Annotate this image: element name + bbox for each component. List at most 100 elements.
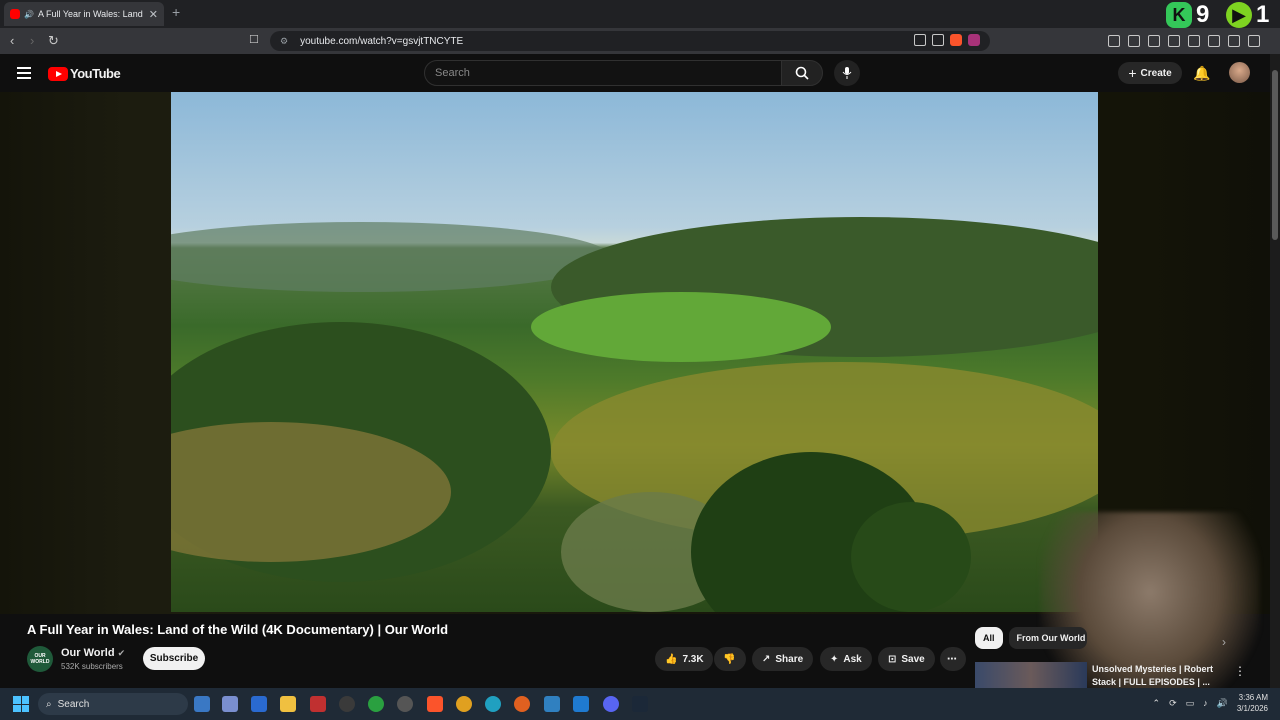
- network-icon[interactable]: ▭: [1186, 698, 1195, 709]
- k-icon: K: [1166, 2, 1192, 28]
- share-page-icon[interactable]: [932, 34, 944, 46]
- plus-icon: +: [1128, 65, 1137, 81]
- ask-button[interactable]: ✦ Ask: [820, 647, 872, 671]
- taskbar-search-label: Search: [57, 698, 90, 710]
- volume-icon[interactable]: 🔊: [1217, 698, 1228, 709]
- bookmark-icon[interactable]: ☐: [249, 33, 259, 46]
- app-icon-blue[interactable]: [544, 696, 560, 712]
- recommendation-title[interactable]: Unsolved Mysteries | Robert Stack | FULL…: [1092, 663, 1222, 689]
- chip-from-our-world[interactable]: From Our World: [1008, 627, 1087, 649]
- discord-icon[interactable]: [603, 696, 619, 712]
- menu-icon[interactable]: [1248, 35, 1260, 47]
- reload-icon[interactable]: ↻: [48, 33, 59, 49]
- scrollbar-thumb[interactable]: [1272, 70, 1278, 240]
- more-vert-icon[interactable]: ⋮: [1234, 664, 1246, 678]
- sidebar-icon[interactable]: [1168, 35, 1180, 47]
- vscode-icon[interactable]: [573, 696, 589, 712]
- site-info-icon[interactable]: ⚙: [280, 36, 288, 47]
- firefox-icon[interactable]: [514, 696, 530, 712]
- chevron-up-icon[interactable]: ⌃: [1153, 698, 1161, 709]
- dislike-button[interactable]: 👎: [714, 647, 746, 671]
- edge-icon[interactable]: [485, 696, 501, 712]
- cast-icon[interactable]: [914, 34, 926, 46]
- notifications-icon[interactable]: 🔔: [1193, 65, 1210, 82]
- app-icon-red[interactable]: [310, 696, 326, 712]
- more-actions-button[interactable]: ⋯: [940, 647, 966, 671]
- share-button[interactable]: ↗ Share: [752, 647, 814, 671]
- recommendation-thumbnail[interactable]: [975, 662, 1087, 688]
- media-icon[interactable]: [1148, 35, 1160, 47]
- new-tab-icon[interactable]: +: [172, 4, 180, 20]
- page-scrollbar[interactable]: [1270, 54, 1280, 688]
- more-horiz-icon: ⋯: [947, 653, 957, 665]
- create-label: Create: [1140, 67, 1172, 79]
- brave-rewards-icon[interactable]: [968, 34, 980, 46]
- create-button[interactable]: + Create: [1118, 62, 1182, 84]
- file-explorer-icon[interactable]: [280, 696, 296, 712]
- hamburger-menu-icon[interactable]: [17, 67, 31, 79]
- vpn-icon[interactable]: [1228, 35, 1240, 47]
- browser-tab-strip: 🔊 A Full Year in Wales: Land of th ✕ + K…: [0, 0, 1280, 28]
- chip-all[interactable]: All: [975, 627, 1003, 649]
- forward-icon[interactable]: ›: [30, 33, 34, 48]
- like-button[interactable]: 👍 7.3K: [655, 647, 713, 671]
- address-bar-actions: [914, 34, 980, 46]
- verified-icon: ✔: [117, 648, 126, 658]
- clock-app-icon[interactable]: [339, 696, 355, 712]
- video-frame[interactable]: [171, 92, 1098, 612]
- steam-icon[interactable]: [632, 696, 648, 712]
- channel-name[interactable]: Our World ✔: [61, 647, 125, 659]
- bookmark-save-icon: ⊡: [888, 653, 897, 665]
- remote-desktop-icon[interactable]: [251, 696, 267, 712]
- extension-icon[interactable]: [1108, 35, 1120, 47]
- badge-count-2: 1: [1256, 1, 1270, 28]
- task-view-icon[interactable]: [194, 696, 210, 712]
- thumbs-down-icon: 👎: [723, 653, 736, 665]
- recommendation-chips: All From Our World: [975, 627, 1087, 649]
- app-icon-green[interactable]: [368, 696, 384, 712]
- channel-avatar[interactable]: OUR WORLD: [27, 646, 53, 672]
- play-icon: ▶: [1226, 2, 1252, 28]
- search-placeholder: Search: [435, 67, 470, 79]
- windows-taskbar: ⌕ Search ⌃ ⟳ ▭ ♪ 🔊 3:36 AM 3/1/2026: [0, 688, 1280, 720]
- taskbar-search[interactable]: ⌕ Search: [38, 693, 188, 715]
- tab-title: A Full Year in Wales: Land of th: [37, 9, 145, 19]
- clock[interactable]: 3:36 AM 3/1/2026: [1237, 692, 1268, 714]
- browser-toolbar: ‹ › ↻ ☐ ⚙ youtube.com/watch?v=gsvjtTNCYT…: [0, 28, 1280, 54]
- search-input[interactable]: Search: [424, 60, 782, 86]
- brave-browser-icon[interactable]: [427, 696, 443, 712]
- browser-tab[interactable]: 🔊 A Full Year in Wales: Land of th ✕: [4, 2, 164, 26]
- save-button[interactable]: ⊡ Save: [878, 647, 935, 671]
- youtube-logo[interactable]: YouTube: [48, 66, 121, 81]
- search-button[interactable]: [781, 60, 823, 86]
- like-count: 7.3K: [682, 653, 704, 665]
- app-icon[interactable]: [222, 696, 238, 712]
- youtube-play-icon: [48, 66, 68, 81]
- microphone-icon: [842, 67, 852, 79]
- share-label: Share: [775, 653, 804, 665]
- app-icon-gray[interactable]: [397, 696, 413, 712]
- brave-shield-icon[interactable]: [950, 34, 962, 46]
- sync-icon[interactable]: ⟳: [1169, 698, 1177, 709]
- share-icon: ↗: [762, 653, 771, 665]
- youtube-header: YouTube Search + Create 🔔: [0, 54, 1280, 92]
- voice-search-button[interactable]: [834, 60, 860, 86]
- address-bar[interactable]: ⚙ youtube.com/watch?v=gsvjtTNCYTE: [270, 31, 990, 51]
- video-player[interactable]: [0, 92, 1270, 712]
- badge-count-1: 9: [1196, 1, 1210, 28]
- wallet-icon[interactable]: [1188, 35, 1200, 47]
- close-tab-icon[interactable]: ✕: [149, 8, 158, 21]
- clock-time: 3:36 AM: [1238, 693, 1268, 702]
- chevron-right-icon[interactable]: ›: [1222, 635, 1226, 649]
- back-icon[interactable]: ‹: [10, 33, 14, 48]
- recorder-badge-2[interactable]: ▶ 1: [1226, 1, 1270, 28]
- windows-start-icon[interactable]: [13, 696, 29, 712]
- subscribe-button[interactable]: Subscribe: [143, 647, 205, 670]
- recorder-badge-1[interactable]: K 9: [1166, 1, 1210, 28]
- avatar[interactable]: [1229, 62, 1250, 83]
- audio-icon[interactable]: 🔊: [24, 10, 34, 19]
- leo-ai-icon[interactable]: [1208, 35, 1220, 47]
- microphone-tray-icon[interactable]: ♪: [1203, 698, 1208, 708]
- screenshot-icon[interactable]: [1128, 35, 1140, 47]
- chrome-icon[interactable]: [456, 696, 472, 712]
